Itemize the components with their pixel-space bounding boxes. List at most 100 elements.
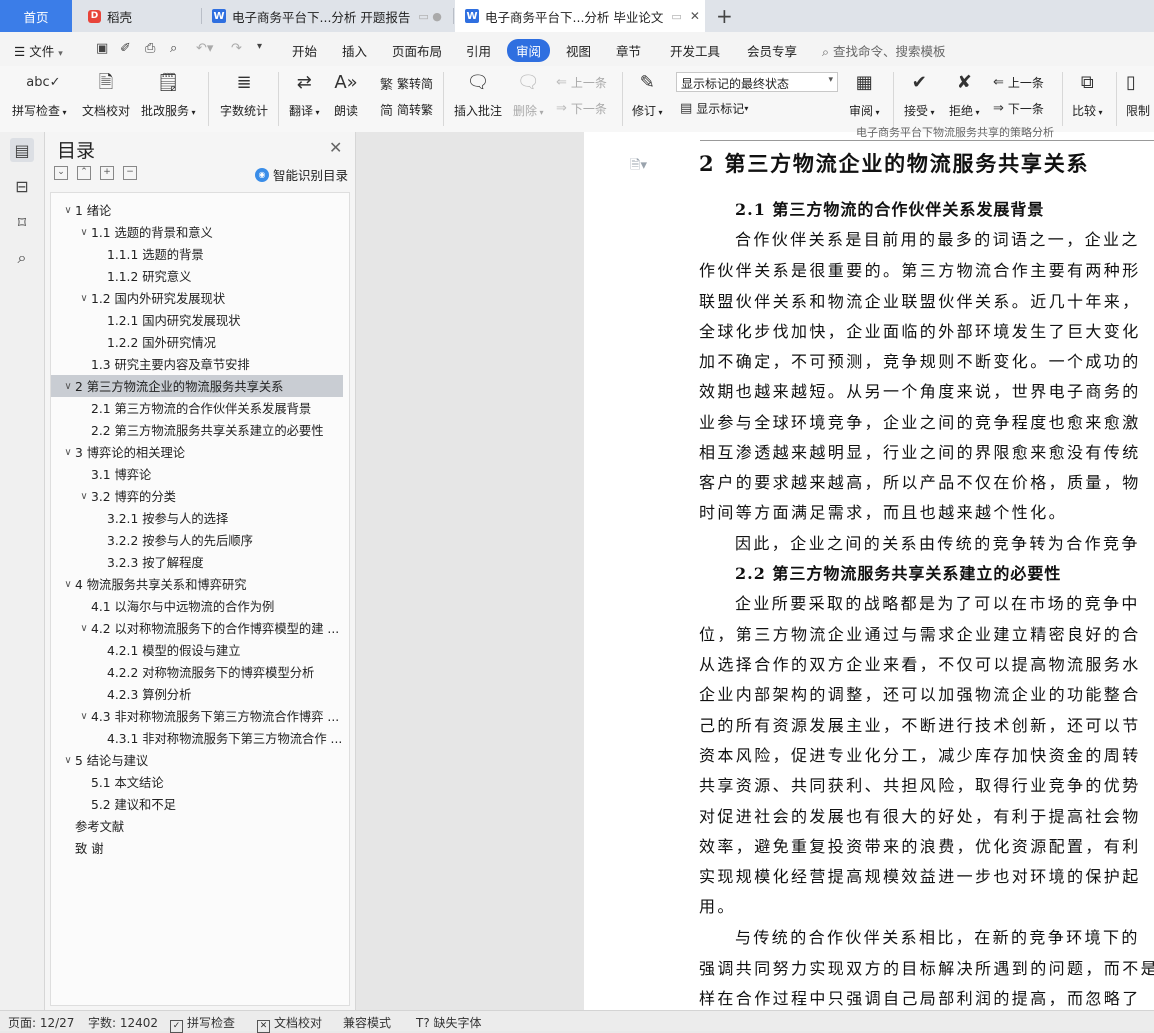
- tab-daoke[interactable]: D 稻壳: [72, 0, 200, 32]
- tab-home[interactable]: 首页: [0, 0, 72, 32]
- print-preview-icon[interactable]: ⌕: [170, 41, 177, 56]
- restrict-editing-button[interactable]: ▯ 限制: [1126, 70, 1154, 119]
- menu-sections[interactable]: 章节: [616, 41, 641, 60]
- toc-item[interactable]: ∨ 1 绪论: [51, 199, 343, 221]
- toc-item[interactable]: ∨ 2 第三方物流企业的物流服务共享关系: [51, 375, 343, 397]
- menu-view[interactable]: 视图: [566, 41, 591, 60]
- chevron-down-icon[interactable]: ∨: [61, 579, 75, 590]
- toc-item[interactable]: 1.2.2 国外研究情况: [51, 331, 343, 353]
- next-comment-button[interactable]: ⇒ 下一条: [556, 100, 607, 117]
- menu-page-layout[interactable]: 页面布局: [392, 41, 442, 60]
- toc-item[interactable]: 参考文献: [51, 815, 343, 837]
- menu-references[interactable]: 引用: [466, 41, 491, 60]
- toc-item[interactable]: 3.2.2 按参与人的先后顺序: [51, 529, 343, 551]
- toc-item[interactable]: 1.3 研究主要内容及章节安排: [51, 353, 343, 375]
- tab-document-proposal[interactable]: W 电子商务平台下...分析 开题报告 ▭ ●: [202, 0, 452, 32]
- menu-review[interactable]: 审阅: [507, 39, 551, 62]
- menu-developer[interactable]: 开发工具: [670, 41, 720, 60]
- toc-item[interactable]: 1.2.1 国内研究发展现状: [51, 309, 343, 331]
- word-count-indicator[interactable]: 字数: 12402: [88, 1014, 158, 1031]
- toc-item[interactable]: ∨ 4 物流服务共享关系和博弈研究: [51, 573, 343, 595]
- chevron-down-icon[interactable]: ∨: [77, 227, 91, 238]
- read-aloud-button[interactable]: A» 朗读: [333, 70, 359, 119]
- toc-item[interactable]: ∨ 3 博弈论的相关理论: [51, 441, 343, 463]
- save-icon[interactable]: ▣: [96, 41, 108, 56]
- chevron-down-icon[interactable]: ∨: [77, 293, 91, 304]
- translate-button[interactable]: ⇄ 翻译 ▾: [289, 70, 320, 119]
- menu-home[interactable]: 开始: [292, 41, 317, 60]
- toc-item[interactable]: ∨ 4.2 以对称物流服务下的合作博弈模型的建 ...: [51, 617, 343, 639]
- accept-button[interactable]: ✔ 接受 ▾: [904, 70, 935, 119]
- previous-change-button[interactable]: ⇐ 上一条: [993, 74, 1044, 91]
- toc-item[interactable]: 致 谢: [51, 837, 343, 859]
- spell-check-button[interactable]: abc✓ 拼写检查 ▾: [12, 70, 67, 119]
- toc-item[interactable]: 1.1.1 选题的背景: [51, 243, 343, 265]
- status-doc-check[interactable]: ✕ 文档校对: [257, 1014, 322, 1033]
- toc-item[interactable]: 3.2.3 按了解程度: [51, 551, 343, 573]
- previous-comment-button[interactable]: ⇐ 上一条: [556, 74, 607, 91]
- chevron-down-icon[interactable]: ∨: [61, 447, 75, 458]
- tab-close-icon[interactable]: ✕: [690, 9, 700, 23]
- toc-item[interactable]: 3.2.1 按参与人的选择: [51, 507, 343, 529]
- toc-item[interactable]: ∨ 3.2 博弈的分类: [51, 485, 343, 507]
- remove-heading-icon[interactable]: −: [123, 166, 137, 180]
- trad-to-simp-button[interactable]: 繁繁转简: [380, 74, 433, 93]
- show-markup-button[interactable]: ▤ 显示标记 ▾: [680, 100, 748, 117]
- paragraph-handle-icon[interactable]: 🗎▾: [630, 156, 647, 178]
- smart-toc-button[interactable]: ◉ 智能识别目录: [255, 165, 348, 184]
- toc-item[interactable]: 2.1 第三方物流的合作伙伴关系发展背景: [51, 397, 343, 419]
- chevron-down-icon[interactable]: ∨: [77, 491, 91, 502]
- toc-item[interactable]: ∨ 5 结论与建议: [51, 749, 343, 771]
- chevron-down-icon[interactable]: ∨: [61, 755, 75, 766]
- chapter-nav-icon[interactable]: ⊟: [10, 174, 34, 198]
- toc-item[interactable]: ∨ 1.1 选题的背景和意义: [51, 221, 343, 243]
- close-icon[interactable]: ✕: [329, 138, 342, 157]
- track-changes-button[interactable]: ✎ 修订 ▾: [632, 70, 663, 119]
- markup-state-select[interactable]: 显示标记的最终状态 ▾: [676, 72, 838, 92]
- new-tab-button[interactable]: +: [716, 4, 733, 28]
- search-icon[interactable]: ⌕: [10, 246, 34, 270]
- expand-up-icon[interactable]: ⌃: [77, 166, 91, 180]
- format-painter-icon[interactable]: ✐: [120, 41, 131, 56]
- menu-insert[interactable]: 插入: [342, 41, 367, 60]
- toc-item[interactable]: ∨ 4.3 非对称物流服务下第三方物流合作博弈 ...: [51, 705, 343, 727]
- chevron-down-icon[interactable]: ∨: [61, 381, 75, 392]
- insert-comment-button[interactable]: 🗨 插入批注: [454, 70, 502, 119]
- toc-item[interactable]: ∨ 1.2 国内外研究发展现状: [51, 287, 343, 309]
- tab-document-thesis[interactable]: W 电子商务平台下...分析 毕业论文 ▭ ✕: [455, 0, 705, 32]
- toc-item[interactable]: 4.2.2 对称物流服务下的博弈模型分析: [51, 661, 343, 683]
- status-spell-check[interactable]: ✓ 拼写检查: [170, 1014, 235, 1033]
- toc-panel-icon[interactable]: ▤: [10, 138, 34, 162]
- toc-item[interactable]: 4.2.3 算例分析: [51, 683, 343, 705]
- quick-access-more-icon[interactable]: ▾: [257, 41, 262, 52]
- undo-icon[interactable]: ↶▾: [196, 41, 213, 56]
- chevron-down-icon[interactable]: ∨: [77, 623, 91, 634]
- toc-item[interactable]: 2.2 第三方物流服务共享关系建立的必要性: [51, 419, 343, 441]
- file-menu[interactable]: ☰ 文件 ▾: [14, 41, 63, 60]
- toc-item[interactable]: 5.2 建议和不足: [51, 793, 343, 815]
- command-search[interactable]: ⌕ 查找命令、搜索模板: [822, 41, 946, 60]
- chevron-down-icon[interactable]: ∨: [77, 711, 91, 722]
- correction-service-button[interactable]: 🗒 批改服务 ▾: [141, 70, 196, 119]
- toc-item[interactable]: 5.1 本文结论: [51, 771, 343, 793]
- page-indicator[interactable]: 页面: 12/27: [8, 1014, 74, 1031]
- simp-to-trad-button[interactable]: 简简转繁: [380, 100, 433, 119]
- add-heading-icon[interactable]: +: [100, 166, 114, 180]
- menu-member[interactable]: 会员专享: [747, 41, 797, 60]
- toc-item[interactable]: 3.1 博弈论: [51, 463, 343, 485]
- doc-check-button[interactable]: 🗎 文档校对: [82, 70, 130, 119]
- redo-icon[interactable]: ↷: [231, 41, 242, 56]
- bookmark-icon[interactable]: ⌑: [10, 210, 34, 234]
- reject-button[interactable]: ✘ 拒绝 ▾: [949, 70, 980, 119]
- collapse-all-icon[interactable]: ⌄: [54, 166, 68, 180]
- next-change-button[interactable]: ⇒ 下一条: [993, 100, 1044, 117]
- toc-item[interactable]: 4.2.1 模型的假设与建立: [51, 639, 343, 661]
- delete-comment-button[interactable]: 🗨 删除 ▾: [513, 70, 544, 119]
- review-pane-button[interactable]: ▦ 审阅 ▾: [849, 70, 880, 119]
- print-icon[interactable]: ⎙: [145, 41, 155, 56]
- toc-item[interactable]: 4.3.1 非对称物流服务下第三方物流合作 ...: [51, 727, 343, 749]
- compare-button[interactable]: ⧉ 比较 ▾: [1072, 70, 1103, 119]
- toc-item[interactable]: 1.1.2 研究意义: [51, 265, 343, 287]
- chevron-down-icon[interactable]: ∨: [61, 205, 75, 216]
- word-count-button[interactable]: ≣ 字数统计: [220, 70, 268, 119]
